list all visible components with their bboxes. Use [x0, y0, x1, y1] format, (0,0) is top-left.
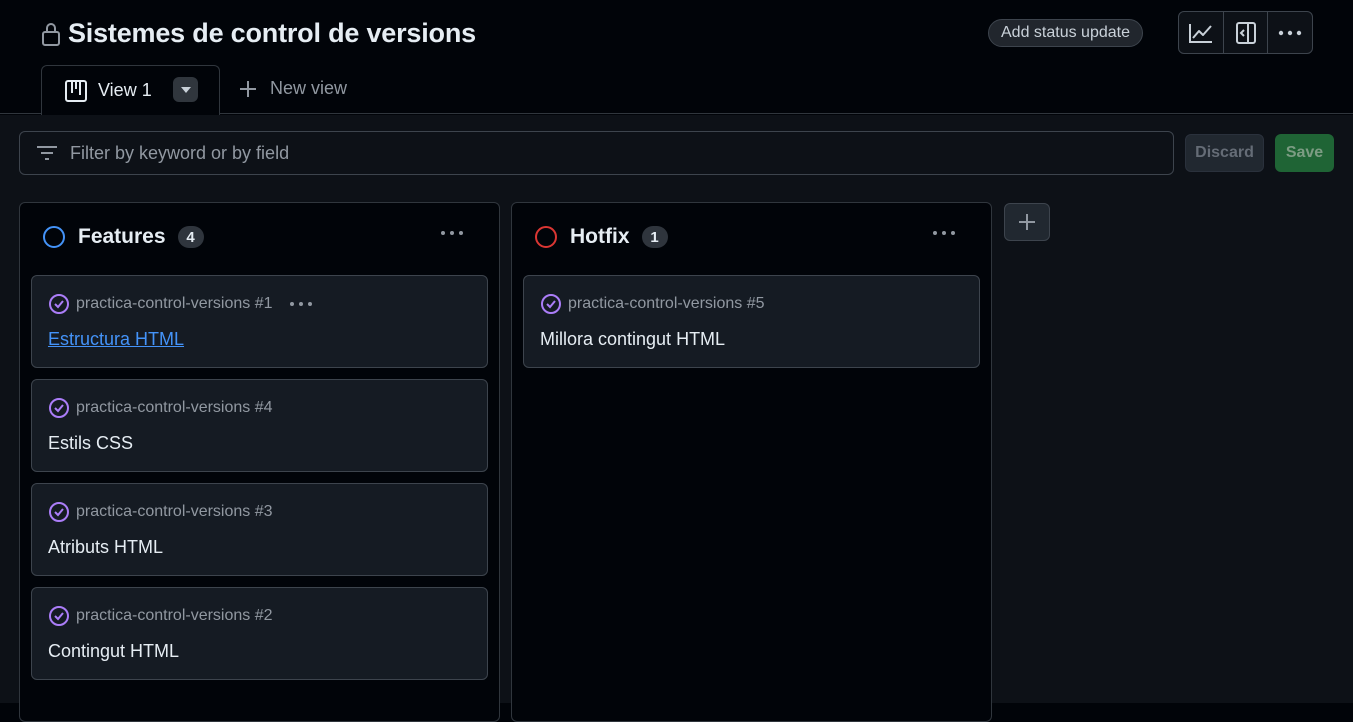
issue-card[interactable]: practica-control-versions #1 Estructura … [31, 275, 488, 368]
column-count: 4 [177, 226, 204, 248]
sidebar-icon [1235, 21, 1256, 44]
tab-label: View 1 [98, 80, 152, 100]
card-title[interactable]: Contingut HTML [48, 641, 179, 662]
issue-closed-icon [541, 294, 561, 314]
view-options-button[interactable] [173, 77, 198, 102]
insights-button[interactable] [1179, 12, 1224, 53]
issue-closed-icon [49, 606, 69, 626]
kebab-icon [289, 302, 312, 306]
filter-placeholder: Filter by keyword or by field [70, 142, 290, 163]
issue-closed-icon [49, 294, 69, 314]
card-menu-button[interactable] [289, 301, 313, 307]
title-area: Sistemes de control de versions [40, 18, 476, 49]
more-options-button[interactable] [1268, 12, 1312, 53]
column-features: Features 4 practica-control-versions #1 [19, 202, 500, 722]
card-title-link[interactable]: Estructura HTML [48, 329, 184, 350]
column-header: Hotfix 1 [534, 225, 668, 249]
tab-view-1[interactable]: View 1 [41, 65, 220, 115]
page-title: Sistemes de control de versions [68, 18, 476, 48]
card-repo-label: practica-control-versions #5 [568, 295, 765, 312]
plus-icon [1019, 214, 1035, 230]
graph-icon [1188, 23, 1212, 43]
card-repo: practica-control-versions #4 [48, 397, 273, 419]
new-view-label: New view [270, 78, 348, 98]
card-repo: practica-control-versions #3 [48, 501, 273, 523]
card-title[interactable]: Atributs HTML [48, 537, 163, 558]
card-repo: practica-control-versions #5 [540, 293, 765, 315]
card-repo: practica-control-versions #2 [48, 605, 273, 627]
column-name: Hotfix [570, 225, 630, 248]
card-repo-label: practica-control-versions #4 [76, 399, 273, 416]
project-board-icon [65, 79, 87, 102]
column-header: Features 4 [42, 225, 204, 249]
add-status-update-button[interactable]: Add status update [988, 19, 1143, 47]
card-repo-label: practica-control-versions #2 [76, 607, 273, 624]
kebab-icon [1278, 30, 1302, 35]
discard-button[interactable]: Discard [1185, 134, 1264, 172]
plus-icon [240, 80, 256, 97]
card-title[interactable]: Millora contingut HTML [540, 329, 725, 350]
kebab-icon [441, 231, 463, 235]
column-menu-button[interactable] [437, 221, 467, 245]
issue-closed-icon [49, 398, 69, 418]
card-repo-label: practica-control-versions #1 [76, 295, 273, 312]
column-hotfix: Hotfix 1 practica-control-versions #5 Mi… [511, 202, 992, 722]
status-circle-icon [43, 226, 65, 248]
issue-closed-icon [49, 502, 69, 522]
issue-card[interactable]: practica-control-versions #4 Estils CSS [31, 379, 488, 472]
card-title[interactable]: Estils CSS [48, 433, 133, 454]
project-header: Sistemes de control de versions Add stat… [0, 0, 1353, 115]
add-column-button[interactable] [1004, 203, 1050, 241]
issue-card[interactable]: practica-control-versions #2 Contingut H… [31, 587, 488, 680]
card-repo-label: practica-control-versions #3 [76, 503, 273, 520]
side-panel-button[interactable] [1224, 12, 1269, 53]
issue-card[interactable]: practica-control-versions #3 Atributs HT… [31, 483, 488, 576]
save-button[interactable]: Save [1275, 134, 1334, 172]
status-circle-icon [535, 226, 557, 248]
board-area: Filter by keyword or by field Discard Sa… [0, 115, 1353, 722]
card-repo: practica-control-versions #1 [48, 293, 313, 315]
kebab-icon [933, 231, 955, 235]
triangle-down-icon [180, 86, 191, 93]
column-count: 1 [641, 226, 668, 248]
issue-card[interactable]: practica-control-versions #5 Millora con… [523, 275, 980, 368]
filter-icon [37, 146, 57, 160]
header-actions [1178, 11, 1313, 54]
filter-input[interactable]: Filter by keyword or by field [19, 131, 1174, 175]
lock-icon [42, 22, 60, 46]
column-menu-button[interactable] [929, 221, 959, 245]
new-view-button[interactable]: New view [238, 78, 347, 99]
column-name: Features [78, 225, 166, 248]
